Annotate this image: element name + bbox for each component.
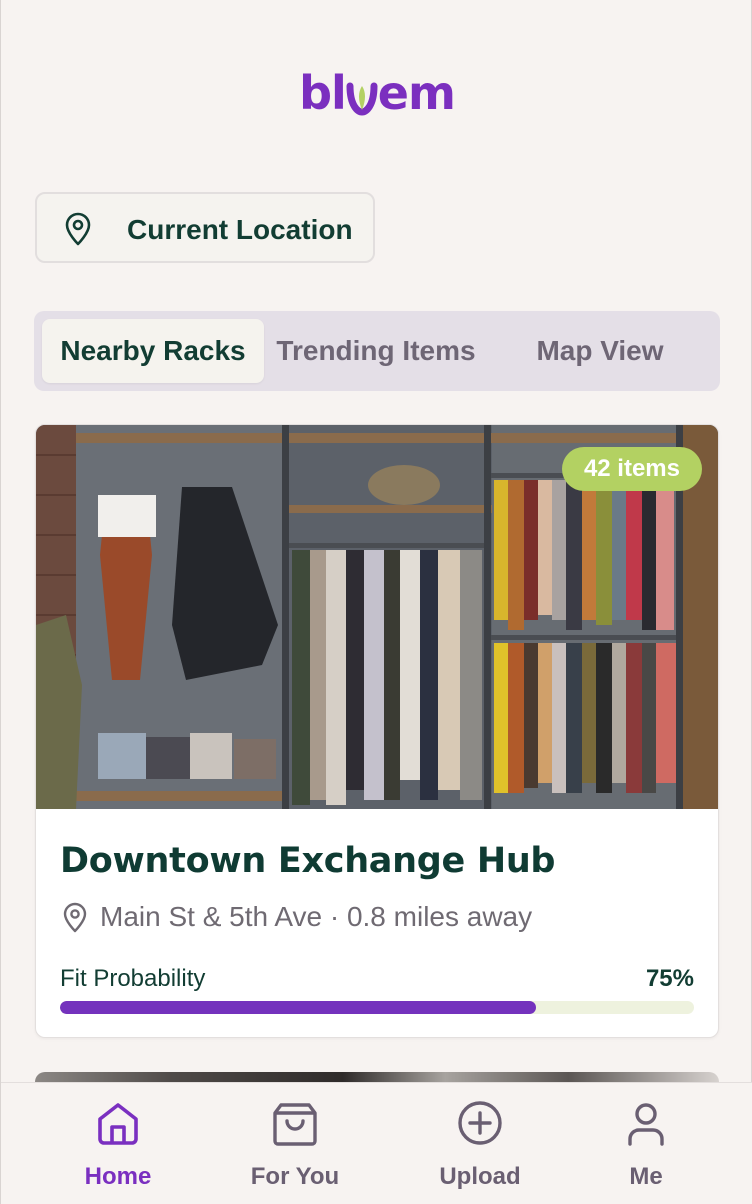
rack-title: Downtown Exchange Hub <box>60 841 556 881</box>
logo-text-left: bl <box>299 66 347 120</box>
app-logo: bl em <box>1 66 752 120</box>
shopping-bag-icon <box>273 1103 317 1146</box>
home-icon <box>98 1103 138 1145</box>
tab-trending-items[interactable]: Trending Items <box>268 319 484 383</box>
rack-tabs: Nearby Racks Trending Items Map View <box>34 311 720 391</box>
current-location-button[interactable]: Current Location <box>35 192 375 263</box>
logo-text-right: em <box>377 66 456 120</box>
fit-probability-value: 75% <box>645 965 694 992</box>
map-pin-icon <box>63 212 93 246</box>
nav-for-you-label: For You <box>250 1163 340 1190</box>
item-count-badge: 42 items <box>561 447 702 491</box>
rack-location: Main St & 5th Ave · 0.8 miles away <box>60 901 532 933</box>
rack-location-text: Main St & 5th Ave · 0.8 miles away <box>100 901 533 932</box>
nav-me-label: Me <box>629 1163 663 1190</box>
fit-probability-fill <box>60 1001 536 1014</box>
current-location-label: Current Location <box>127 214 353 245</box>
nav-home-label: Home <box>84 1163 152 1190</box>
tab-nearby-racks[interactable]: Nearby Racks <box>42 319 264 383</box>
logo-leaf-icon <box>344 73 380 116</box>
fit-probability-bar <box>60 1001 694 1014</box>
nav-me[interactable]: Me <box>566 1083 726 1204</box>
bottom-navigation: Home For You Upload Me <box>1 1082 752 1204</box>
tab-map-view[interactable]: Map View <box>492 319 708 383</box>
plus-circle-icon <box>458 1101 502 1145</box>
nav-upload[interactable]: Upload <box>400 1083 560 1204</box>
nav-home[interactable]: Home <box>38 1083 198 1204</box>
nav-upload-label: Upload <box>439 1163 521 1190</box>
map-pin-icon <box>63 902 87 933</box>
user-icon <box>628 1103 664 1146</box>
nav-for-you[interactable]: For You <box>215 1083 375 1204</box>
rack-card[interactable]: 42 items Downtown Exchange Hub Main St &… <box>35 424 719 1038</box>
fit-probability-label: Fit Probability <box>60 965 206 992</box>
fit-probability-row: Fit Probability 75% <box>60 965 694 993</box>
